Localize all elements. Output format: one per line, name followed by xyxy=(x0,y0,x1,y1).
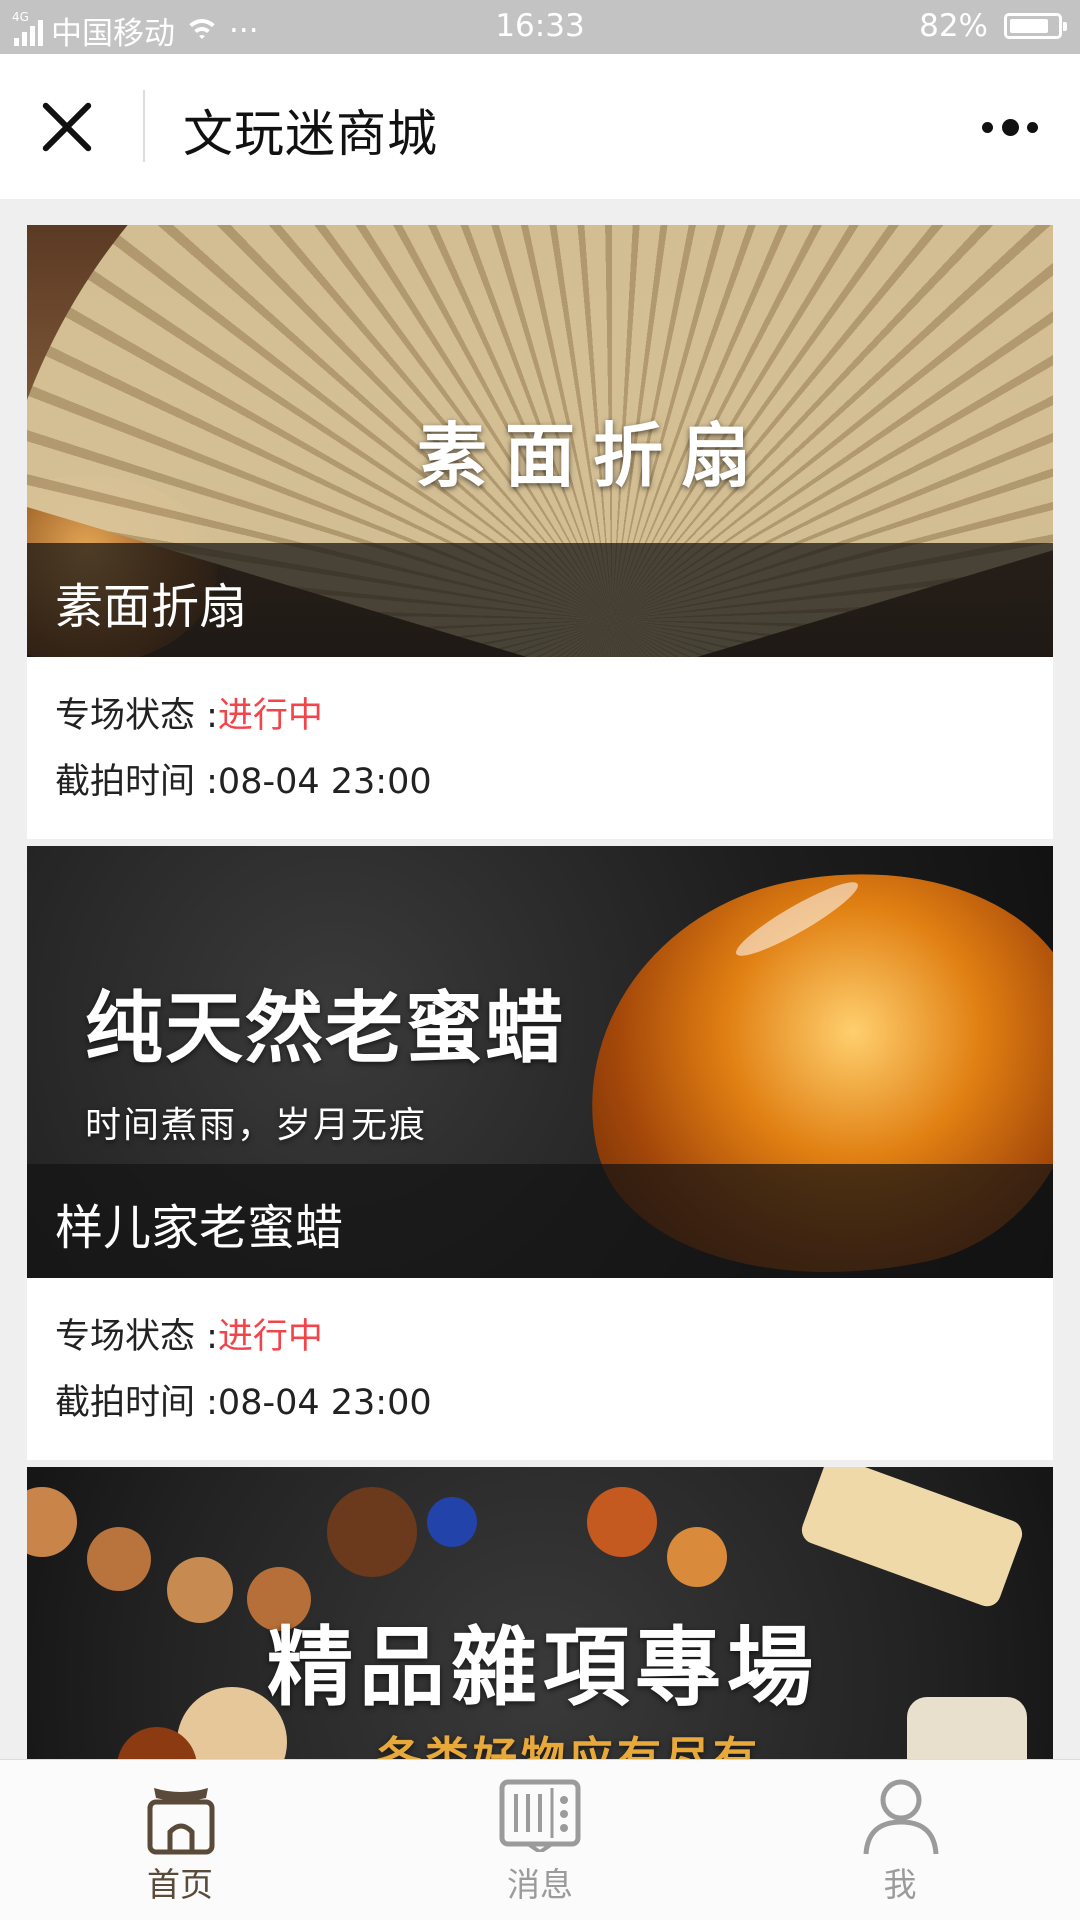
banner-subtext: 时间煮雨，岁月无痕 xyxy=(85,1105,428,1146)
status-value: 进行中 xyxy=(217,696,323,736)
status-row: 专场状态 :进行中 xyxy=(55,683,1025,749)
caption-bar: 素面折扇 xyxy=(27,543,1053,657)
bead-decoration xyxy=(167,1557,233,1623)
session-banner-image[interactable]: 精品雜項專場 各类好物应有尽有 xyxy=(27,1467,1053,1759)
bead-decoration xyxy=(87,1527,151,1591)
battery-icon xyxy=(1004,13,1067,39)
session-list: 素面折扇 素面折扇 专场状态 :进行中 截拍时间 :08-04 23:00 纯天… xyxy=(0,199,1080,1759)
tab-label: 消息 xyxy=(507,1865,573,1904)
bead-decoration xyxy=(587,1487,657,1557)
end-time-value: 08-04 23:00 xyxy=(217,1383,432,1423)
session-banner-image[interactable]: 纯天然老蜜蜡 时间煮雨，岁月无痕 样儿家老蜜蜡 xyxy=(27,846,1053,1278)
bead-decoration xyxy=(427,1497,477,1547)
session-card[interactable]: 素面折扇 素面折扇 专场状态 :进行中 截拍时间 :08-04 23:00 xyxy=(27,225,1053,839)
status-row: 专场状态 :进行中 xyxy=(55,1304,1025,1370)
status-value: 进行中 xyxy=(217,1317,323,1357)
banner-subtext: 各类好物应有尽有 xyxy=(377,1733,761,1759)
bead-decoration xyxy=(667,1527,727,1587)
message-icon xyxy=(499,1779,581,1852)
session-banner-image[interactable]: 素面折扇 素面折扇 xyxy=(27,225,1053,657)
home-icon xyxy=(147,1788,215,1855)
profile-icon xyxy=(863,1779,939,1855)
status-label: 专场状态 : xyxy=(55,1317,218,1357)
session-title: 素面折扇 xyxy=(55,579,248,635)
nav-divider xyxy=(143,90,145,162)
caption-bar: 样儿家老蜜蜡 xyxy=(27,1164,1053,1278)
session-card[interactable]: 精品雜項專場 各类好物应有尽有 xyxy=(27,1467,1053,1759)
end-time-row: 截拍时间 :08-04 23:00 xyxy=(55,749,1025,815)
banner-text: 精品雜項專場 xyxy=(267,1617,819,1718)
page-title: 文玩迷商城 xyxy=(183,105,438,163)
session-title: 样儿家老蜜蜡 xyxy=(55,1200,344,1256)
status-label: 专场状态 : xyxy=(55,696,218,736)
tab-profile[interactable]: 我 xyxy=(800,1760,1000,1920)
tab-messages[interactable]: 消息 xyxy=(440,1760,640,1920)
session-info: 专场状态 :进行中 截拍时间 :08-04 23:00 xyxy=(27,1278,1053,1460)
end-time-row: 截拍时间 :08-04 23:00 xyxy=(55,1370,1025,1436)
banner-text: 纯天然老蜜蜡 xyxy=(85,983,566,1074)
session-card[interactable]: 纯天然老蜜蜡 时间煮雨，岁月无痕 样儿家老蜜蜡 专场状态 :进行中 截拍时间 :… xyxy=(27,846,1053,1460)
end-time-value: 08-04 23:00 xyxy=(217,762,432,802)
more-options-icon[interactable] xyxy=(982,118,1038,136)
bead-decoration xyxy=(27,1487,77,1557)
banner-text: 素面折扇 xyxy=(417,414,769,497)
end-time-label: 截拍时间 : xyxy=(55,762,218,802)
session-info: 专场状态 :进行中 截拍时间 :08-04 23:00 xyxy=(27,657,1053,839)
battery-percent: 82% xyxy=(919,8,988,44)
tab-home[interactable]: 首页 xyxy=(80,1760,280,1920)
clock: 16:33 xyxy=(495,8,585,44)
pendant-decoration xyxy=(797,1467,1027,1611)
end-time-label: 截拍时间 : xyxy=(55,1383,218,1423)
pendant-decoration xyxy=(907,1697,1027,1759)
tab-label: 我 xyxy=(883,1865,917,1904)
bottom-tab-bar: 首页 消息 我 xyxy=(0,1759,1080,1920)
close-icon[interactable] xyxy=(38,98,96,156)
nav-bar: 文玩迷商城 xyxy=(0,54,1080,199)
tab-label: 首页 xyxy=(147,1865,213,1904)
bead-decoration xyxy=(327,1487,417,1577)
status-bar: 4G 中国移动 ··· 16:33 82% xyxy=(0,0,1080,54)
